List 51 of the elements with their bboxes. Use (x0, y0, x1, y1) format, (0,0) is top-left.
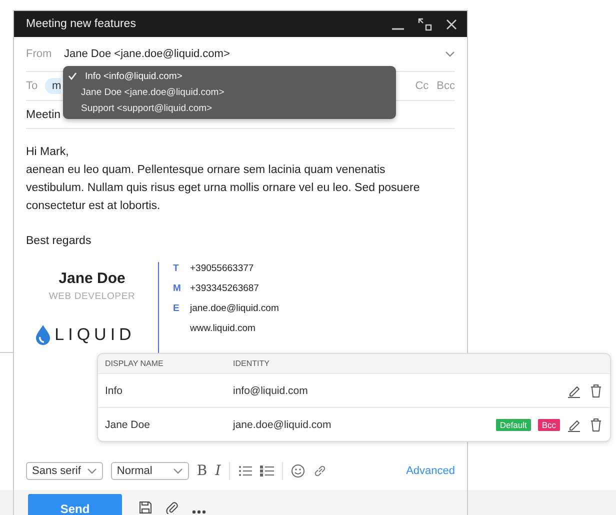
signature-name: Jane Doe (58, 270, 126, 288)
contact-label: T (173, 262, 180, 276)
contact-value: jane.doe@liquid.com (190, 302, 279, 316)
menu-item[interactable]: Info <info@liquid.com> (63, 68, 396, 84)
trash-icon[interactable] (590, 384, 602, 398)
font-dropdown[interactable]: Sans serif (26, 462, 103, 480)
more-icon[interactable] (192, 510, 206, 514)
table-cell-text: Info (105, 384, 124, 396)
emoji-icon[interactable] (290, 464, 305, 478)
signature-role: WEB DEVELOPER (48, 290, 136, 304)
column-header: IDENTITY (233, 359, 270, 368)
size-dropdown[interactable]: Normal (110, 462, 189, 480)
restore-icon[interactable] (418, 18, 432, 30)
recipient-chip[interactable]: m (45, 78, 62, 94)
tag: Bcc (538, 418, 560, 430)
italic-button[interactable]: I (215, 463, 221, 479)
logo-text: LIQUID (54, 326, 136, 344)
menu-item[interactable]: Support <support@liquid.com> (63, 100, 396, 116)
attachment-icon[interactable] (166, 501, 178, 514)
chevron-icon (445, 51, 455, 57)
numbered-list-icon[interactable] (260, 465, 274, 477)
contact-value: www.liquid.com (190, 322, 256, 336)
greeting-text: Hi Mark, (26, 145, 70, 160)
bullet-list-icon[interactable] (238, 465, 252, 477)
edit-icon[interactable] (567, 418, 581, 432)
table-cell-text: Jane Doe (105, 418, 151, 430)
contact-value: +39055663377 (190, 262, 254, 276)
table-cell-text: jane.doe@liquid.com (233, 418, 332, 430)
message-paragraph: aenean eu leo quam. Pellentesque ornare sem lacinia quam venenatis vestibulum. Nullam quis risus eget urna mollis ornare vel eu leo. Sed posuere consectetur est at lobortis. (26, 163, 421, 214)
contact-label: E (173, 302, 180, 316)
edit-icon[interactable] (567, 384, 581, 398)
to-label: To (26, 80, 39, 92)
save-icon[interactable] (139, 501, 152, 514)
table-cell-text: info@liquid.com (233, 384, 309, 396)
chevron-icon (172, 468, 183, 474)
chevron-icon (86, 468, 97, 474)
contact-value: +393345263687 (190, 282, 259, 296)
drop-icon (34, 324, 51, 346)
contact-label: M (173, 282, 182, 296)
column-header: DISPLAY NAME (105, 359, 164, 368)
closing-text: Best regards (26, 234, 92, 249)
subject-field[interactable]: Meetin (26, 108, 61, 120)
from-field[interactable]: Jane Doe <jane.doe@liquid.com> (64, 48, 445, 60)
bold-button[interactable]: B (196, 463, 208, 479)
from-label: From (26, 48, 53, 60)
close-icon[interactable] (446, 18, 457, 30)
trash-icon[interactable] (590, 418, 602, 432)
window-title: Meeting new features (26, 18, 137, 30)
tag: Default (496, 418, 531, 430)
link-icon[interactable] (312, 464, 327, 478)
menu-item[interactable]: Jane Doe <jane.doe@liquid.com> (63, 84, 396, 100)
